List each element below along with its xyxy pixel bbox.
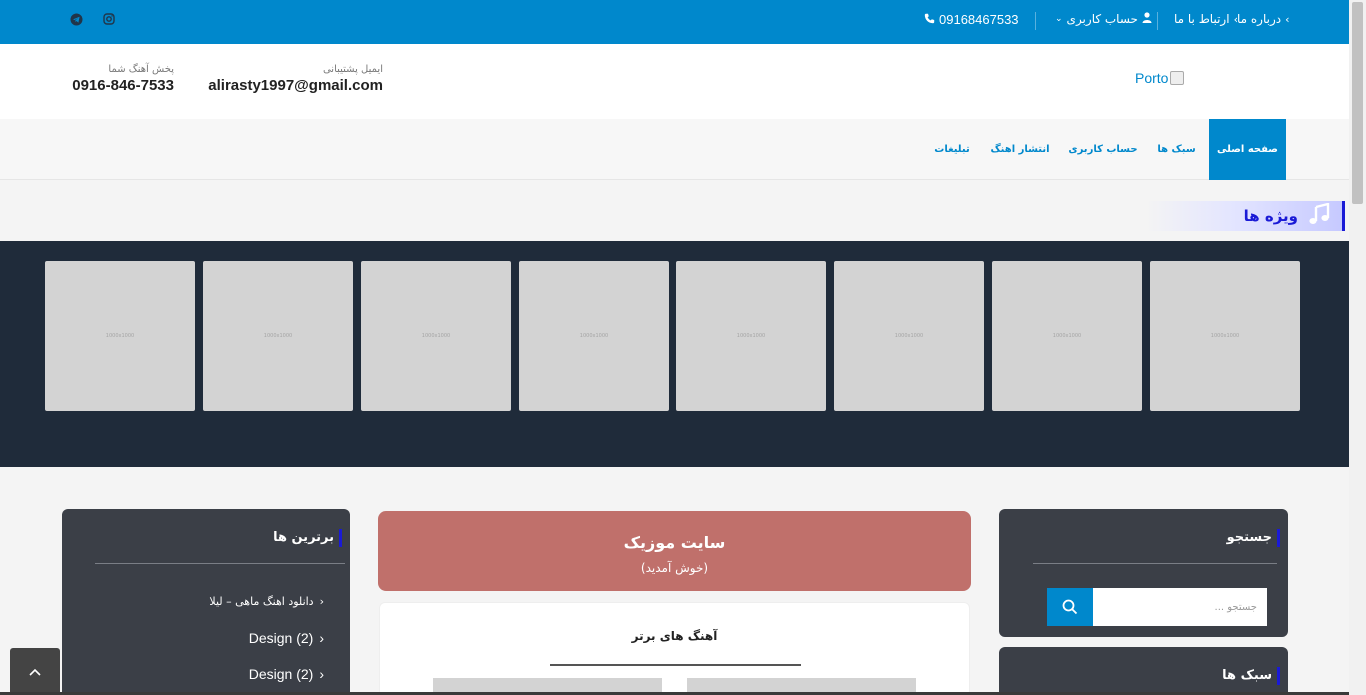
best-songs-panel: برترین ها دانلود اهنگ ماهی – لیلا › Desi… [62,509,350,695]
thumb-placeholder-text: 1000x1000 [105,333,135,339]
header-email-value[interactable]: alirasty1997@gmail.com [199,77,383,94]
logo-alt-text: Porto [1135,70,1169,86]
thumb-placeholder-text: 1000x1000 [736,333,766,339]
search-icon [1062,599,1078,615]
genres-panel-title: سبک ها [1222,667,1280,685]
page-scrollbar[interactable] [1349,0,1366,695]
top-songs-title: آهنگ های برتر [631,629,718,643]
welcome-banner: سایت موزیک (خوش آمدید) [378,511,971,591]
user-icon [1142,12,1152,26]
thumb-placeholder-text: 1000x1000 [894,333,924,339]
search-form [1047,588,1267,626]
chevron-right-icon: › [319,630,324,646]
header-phone-value[interactable]: 0916-846-7533 [62,77,174,94]
title-underline [550,664,801,666]
telegram-icon[interactable] [69,12,83,26]
phone-icon [924,13,935,27]
featured-thumb[interactable]: 1000x1000 [45,261,195,411]
thumb-placeholder-text: 1000x1000 [263,333,293,339]
thumb-placeholder-text: 1000x1000 [1210,333,1240,339]
nav-item-home[interactable]: صفحه اصلی [1209,119,1286,180]
account-dropdown[interactable]: ⌄ حساب کاربری [1055,12,1152,26]
featured-thumb[interactable]: 1000x1000 [992,261,1142,411]
featured-thumb[interactable]: 1000x1000 [519,261,669,411]
phone-number: 09168467533 [939,12,1019,27]
best-panel-title: برترین ها [273,529,342,547]
contact-link[interactable]: ارتباط با ما ‹ [1174,12,1238,26]
contact-label: ارتباط با ما [1174,12,1230,26]
topbar-divider [1157,12,1158,30]
account-label: حساب کاربری [1066,12,1138,26]
featured-title: ویژه ها [1243,207,1298,225]
panel-divider [95,563,345,564]
main-nav: صفحه اصلی سبک ها حساب کاربری انتشار اهنگ… [0,119,1349,180]
header-phone-block: پخش آهنگ شما 0916-846-7533 [62,64,174,94]
header-phone-label: پخش آهنگ شما [108,64,174,75]
search-input[interactable] [1093,588,1267,626]
header-email-block: ایمیل پشتیبانی alirasty1997@gmail.com [199,64,383,94]
chevron-down-icon: ⌄ [1055,14,1063,24]
site-header: پخش آهنگ شما 0916-846-7533 ایمیل پشتیبان… [0,44,1349,119]
topbar-divider [1035,12,1036,30]
welcome-title: سایت موزیک [623,533,726,552]
thumb-placeholder-text: 1000x1000 [579,333,609,339]
best-item-label: Design (2) [248,666,314,682]
featured-thumb[interactable]: 1000x1000 [361,261,511,411]
nav-item-ads[interactable]: تبلیغات [930,119,974,180]
chevron-left-icon: ‹ [1233,12,1238,26]
header-email-label: ایمیل پشتیبانی [322,64,383,75]
featured-heading: ویژه ها [1145,201,1345,231]
best-list-item[interactable]: Design (2) › [249,666,324,682]
nav-item-genres[interactable]: سبک ها [1150,119,1203,180]
best-list-item[interactable]: Design (2) › [249,630,324,646]
chevron-right-icon: › [319,666,324,682]
featured-thumb[interactable]: 1000x1000 [203,261,353,411]
featured-thumb[interactable]: 1000x1000 [834,261,984,411]
thumb-placeholder-text: 1000x1000 [421,333,451,339]
search-panel-title: جستجو [1227,529,1280,547]
site-logo[interactable]: Porto [1135,70,1185,86]
top-songs-card: آهنگ های برتر [379,602,970,695]
phone-link[interactable]: 09168467533 [924,12,1019,27]
search-panel: جستجو [999,509,1288,637]
featured-thumb[interactable]: 1000x1000 [1150,261,1300,411]
featured-thumb[interactable]: 1000x1000 [676,261,826,411]
scrollbar-thumb[interactable] [1352,2,1363,204]
chevron-left-icon: ‹ [1285,12,1290,26]
best-item-label: دانلود اهنگ ماهی – لیلا [209,595,314,608]
search-button[interactable] [1047,588,1093,626]
thumb-placeholder-text: 1000x1000 [1052,333,1082,339]
instagram-icon[interactable] [102,12,116,26]
about-label: درباره ما [1237,12,1282,26]
panel-divider [1033,563,1277,564]
chevron-right-icon: › [319,595,324,608]
chevron-up-icon [29,668,41,676]
nav-item-publish-song[interactable]: انتشار اهنگ [988,119,1052,180]
about-link[interactable]: درباره ما ‹ [1237,12,1290,26]
broken-image-icon [1170,71,1185,85]
best-item-label: Design (2) [248,630,314,646]
best-list-item[interactable]: دانلود اهنگ ماهی – لیلا › [209,595,324,608]
genres-panel: سبک ها [999,647,1288,695]
music-note-icon [1308,202,1330,229]
nav-item-account[interactable]: حساب کاربری [1068,119,1138,180]
welcome-subtitle: (خوش آمدید) [640,561,709,575]
top-bar: درباره ما ‹ ارتباط با ما ‹ ⌄ حساب کاربری… [0,0,1349,44]
scroll-to-top-button[interactable] [10,648,60,695]
featured-slider: 1000x1000 1000x1000 1000x1000 1000x1000 … [0,241,1349,467]
